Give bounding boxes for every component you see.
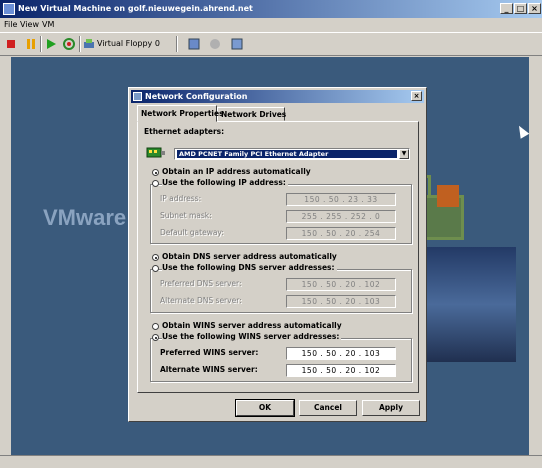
ip-manual-radio[interactable] [152,180,159,187]
alternate-dns-field[interactable]: 150 . 50 . 20 . 103 [286,295,396,308]
adapters-label: Ethernet adapters: [144,127,225,136]
dialog-titlebar[interactable]: Network Configuration × [131,90,424,103]
play-icon[interactable] [44,37,58,51]
subnet-mask-label: Subnet mask: [160,211,212,220]
menu-file[interactable]: File [4,19,17,31]
menubar: File View VM [0,19,542,31]
network-icon [133,92,142,101]
snapshot-icon[interactable] [208,37,222,51]
toolbar-separator [79,36,81,52]
ip-address-field[interactable]: 150 . 50 . 23 . 33 [286,193,396,206]
dns-manual-radio[interactable] [152,265,159,272]
wins-auto-radio[interactable] [152,323,159,330]
mouse-cursor-icon [514,123,529,139]
vm-app-icon [3,3,15,15]
apply-button[interactable]: Apply [362,400,420,416]
chevron-down-icon[interactable]: ▼ [399,149,409,159]
preferred-wins-field[interactable]: 150 . 50 . 20 . 103 [286,347,396,360]
dns-auto-label[interactable]: Obtain DNS server address automatically [162,252,337,262]
adapter-select[interactable]: AMD PCNET Family PCI Ethernet Adapter ▼ [174,148,410,160]
preferred-wins-label: Preferred WINS server: [160,348,259,357]
alternate-wins-label: Alternate WINS server: [160,365,258,374]
wins-manual-radio[interactable] [152,334,159,341]
toolbar: Virtual Floppy 0 [0,32,542,56]
ip-auto-label[interactable]: Obtain an IP address automatically [162,167,311,177]
dialog-title: Network Configuration [145,92,248,101]
pause-icon[interactable] [24,37,38,51]
ip-manual-label[interactable]: Use the following IP address: [162,178,288,188]
settings-icon[interactable] [230,37,244,51]
dns-auto-radio[interactable] [152,254,159,261]
cancel-button[interactable]: Cancel [299,400,357,416]
network-adapter-icon [146,146,166,160]
tab-network-drives[interactable]: Network Drives [217,107,286,121]
network-config-dialog: Network Configuration × Network Properti… [128,87,427,422]
adapter-select-value: AMD PCNET Family PCI Ethernet Adapter [177,150,397,158]
window-title: New Virtual Machine on golf.nieuwegein.a… [18,4,253,13]
ip-auto-radio[interactable] [152,169,159,176]
alternate-dns-label: Alternate DNS server: [160,296,242,305]
vmware-brand-text: VMware [43,205,127,230]
status-bar [0,455,542,468]
alternate-wins-field[interactable]: 150 . 50 . 20 . 102 [286,364,396,377]
maximize-button[interactable]: □ [514,3,527,14]
preferred-dns-field[interactable]: 150 . 50 . 20 . 102 [286,278,396,291]
close-button[interactable]: × [528,3,541,14]
wins-manual-label[interactable]: Use the following WINS server addresses: [162,332,342,342]
preferred-dns-label: Preferred DNS server: [160,279,242,288]
minimize-button[interactable]: _ [500,3,513,14]
network-properties-panel: Ethernet adapters: AMD PCNET Family PCI … [137,121,419,393]
ok-button[interactable]: OK [235,399,295,417]
toolbar-separator [40,36,42,52]
zoom-icon[interactable] [187,37,201,51]
menu-view[interactable]: View [20,19,39,31]
default-gateway-field[interactable]: 150 . 50 . 20 . 254 [286,227,396,240]
reset-icon[interactable] [62,37,76,51]
menu-vm[interactable]: VM [42,19,54,31]
floppy-label[interactable]: Virtual Floppy 0 [97,37,160,51]
default-gateway-label: Default gateway: [160,228,224,237]
floppy-icon[interactable] [82,37,96,51]
dns-manual-label[interactable]: Use the following DNS server addresses: [162,263,337,273]
stop-icon[interactable] [4,37,18,51]
subnet-mask-field[interactable]: 255 . 255 . 252 . 0 [286,210,396,223]
ip-address-label: IP address: [160,194,202,203]
toolbar-separator [176,36,178,52]
tab-network-properties[interactable]: Network Properties [137,105,224,122]
dialog-close-button[interactable]: × [411,91,422,101]
wins-auto-label[interactable]: Obtain WINS server address automatically [162,321,342,331]
window-titlebar[interactable]: New Virtual Machine on golf.nieuwegein.a… [0,0,542,18]
